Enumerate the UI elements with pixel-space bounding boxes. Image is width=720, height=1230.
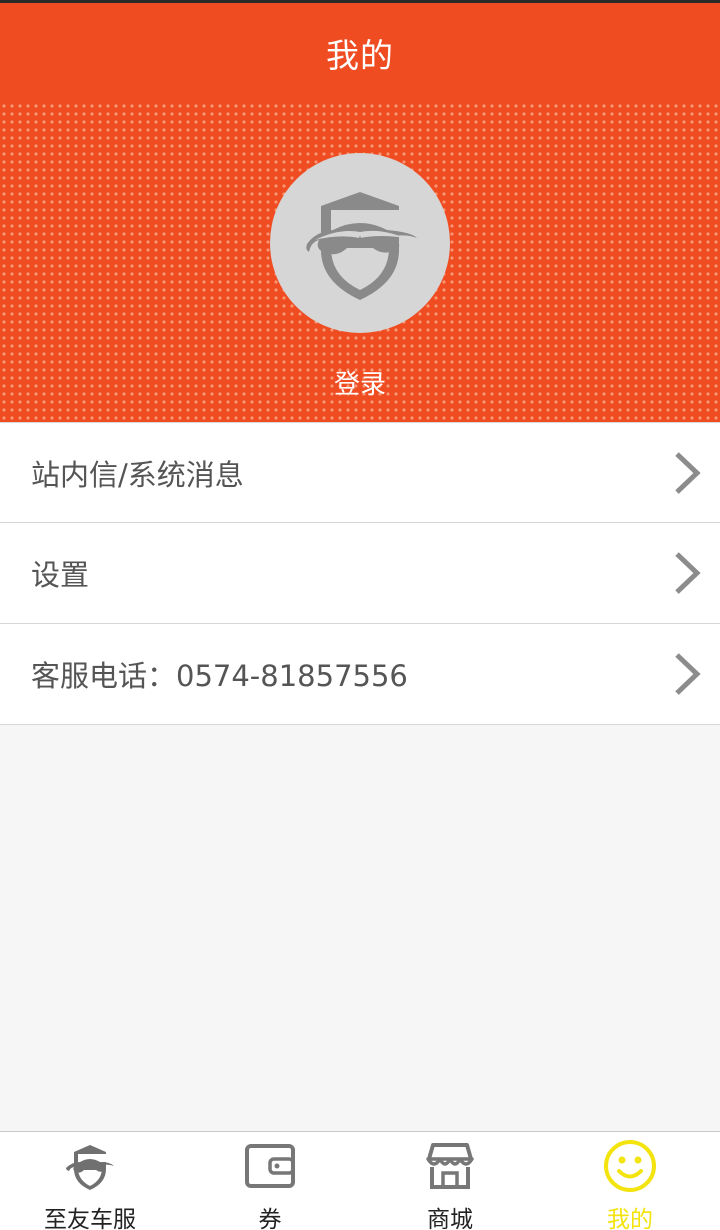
svg-text:★: ★ (355, 233, 366, 247)
car-shield-logo-icon: ★ ★ ★ ★ ★ (306, 192, 417, 300)
avatar[interactable]: ★ ★ ★ ★ ★ (270, 153, 450, 333)
menu-item-label: 客服电话：0574-81857556 (31, 659, 408, 693)
smiley-icon (602, 1138, 658, 1194)
svg-text:★: ★ (369, 239, 376, 248)
profile-banner: ★ ★ ★ ★ ★ 登录 (0, 102, 720, 422)
menu-item-settings[interactable]: 设置 (0, 523, 720, 624)
chevron-right-icon (672, 550, 702, 596)
car-shield-icon (62, 1138, 118, 1194)
svg-text:★: ★ (334, 245, 339, 251)
menu-item-label: 站内信/系统消息 (31, 457, 244, 492)
tab-store[interactable]: 商城 (360, 1132, 540, 1230)
bottom-tab-bar: 至友车服 券 商城 我的 (0, 1131, 720, 1230)
settings-menu: 站内信/系统消息 设置 客服电话：0574-81857556 (0, 422, 720, 725)
tab-label: 商城 (427, 1207, 473, 1230)
top-bar: 我的 (0, 0, 720, 102)
menu-item-customer-service[interactable]: 客服电话：0574-81857556 (0, 624, 720, 725)
page-title: 我的 (326, 35, 394, 75)
coupon-icon (242, 1138, 298, 1194)
login-link[interactable]: 登录 (0, 364, 720, 401)
tab-coupon[interactable]: 券 (180, 1132, 360, 1230)
store-icon (422, 1138, 478, 1194)
tab-label: 至友车服 (44, 1207, 136, 1230)
tab-label: 我的 (607, 1207, 653, 1230)
svg-text:★: ★ (343, 239, 350, 248)
chevron-right-icon (672, 651, 702, 697)
menu-item-messages[interactable]: 站内信/系统消息 (0, 422, 720, 523)
tab-home[interactable]: 至友车服 (0, 1132, 180, 1230)
chevron-right-icon (672, 450, 702, 496)
tab-mine[interactable]: 我的 (540, 1132, 720, 1230)
svg-text:★: ★ (382, 245, 387, 251)
menu-item-label: 设置 (31, 558, 90, 592)
tab-label: 券 (258, 1207, 282, 1230)
